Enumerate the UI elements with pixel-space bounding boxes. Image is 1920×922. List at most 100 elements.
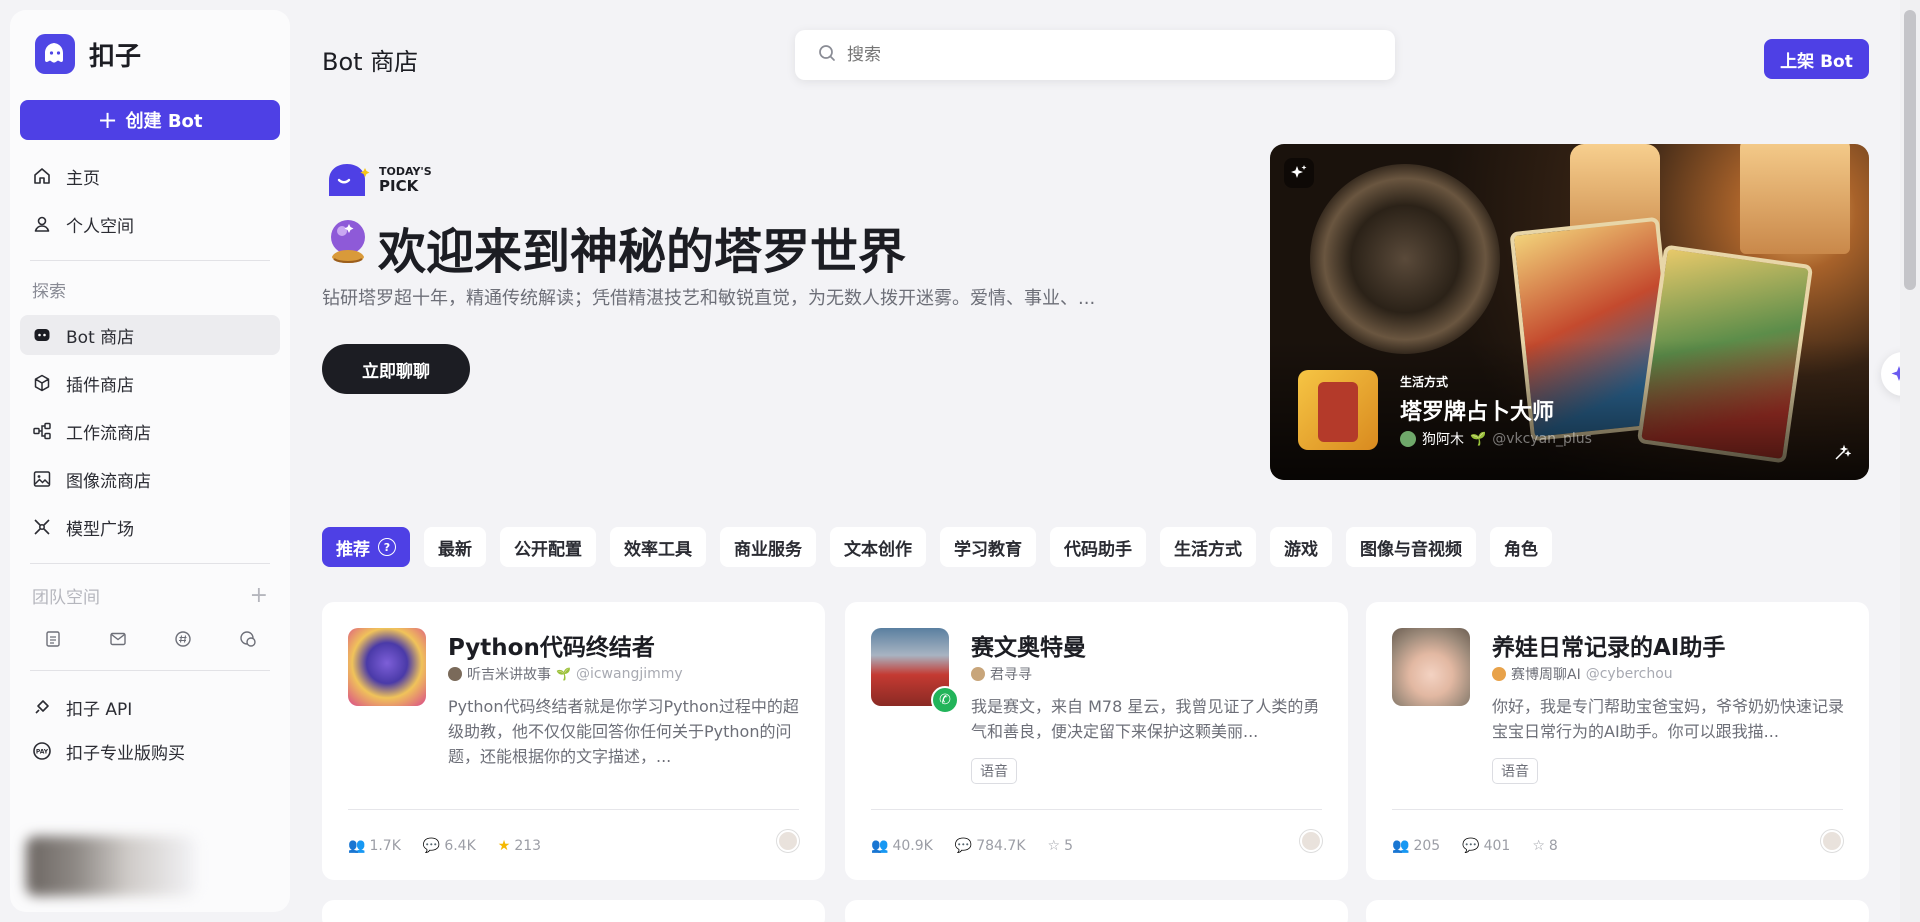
tab-education[interactable]: 学习教育 bbox=[940, 527, 1036, 567]
users-count: 40.9K bbox=[892, 838, 933, 854]
users-count: 205 bbox=[1413, 838, 1441, 854]
tab-image-video[interactable]: 图像与音视频 bbox=[1346, 527, 1476, 567]
users-icon: 👥 bbox=[348, 838, 366, 854]
tab-label: 文本创作 bbox=[844, 539, 912, 560]
voice-call-icon: ✆ bbox=[931, 686, 959, 714]
sidebar-item-home[interactable]: 主页 bbox=[20, 156, 280, 196]
tab-recommended[interactable]: 推荐? bbox=[322, 527, 410, 567]
tab-code-assistant[interactable]: 代码助手 bbox=[1050, 527, 1146, 567]
sidebar-item-imageflow-store[interactable]: 图像流商店 bbox=[20, 459, 280, 499]
bot-card[interactable]: 养娃日常记录的AI助手 赛博周聊AI @cyberchou 你好，我是专门帮助宝爸… bbox=[1366, 602, 1869, 880]
sidebar-divider bbox=[30, 670, 270, 671]
channel-icon[interactable] bbox=[172, 628, 194, 650]
document-icon[interactable] bbox=[42, 628, 64, 650]
tab-public-config[interactable]: 公开配置 bbox=[500, 527, 596, 567]
user-icon bbox=[32, 214, 52, 234]
bot-description: 我是赛文，来自 M78 星云，我曾见证了人类的勇气和善良，便决定留下来保护这颗美… bbox=[971, 697, 1320, 741]
page-title: Bot 商店 bbox=[322, 48, 419, 76]
owner-avatar[interactable] bbox=[777, 830, 799, 852]
card-divider bbox=[348, 809, 799, 810]
team-space-row[interactable]: 团队空间 + bbox=[20, 580, 280, 610]
create-bot-button[interactable]: + 创建 Bot bbox=[20, 100, 280, 140]
image-icon bbox=[32, 469, 52, 489]
bot-avatar bbox=[348, 628, 426, 706]
author-name: 赛博周聊AI bbox=[1511, 667, 1581, 683]
users-icon: 👥 bbox=[871, 838, 889, 854]
bot-card[interactable]: Python代码终结者 听吉米讲故事 🌱 @icwangjimmy Python代码… bbox=[322, 602, 825, 880]
sidebar-item-label: 扣子专业版购买 bbox=[66, 743, 185, 764]
chats-count: 401 bbox=[1483, 838, 1511, 854]
tab-lifestyle[interactable]: 生活方式 bbox=[1160, 527, 1256, 567]
author-handle: @icwangjimmy bbox=[575, 666, 683, 682]
api-icon bbox=[32, 697, 52, 717]
tab-business[interactable]: 商业服务 bbox=[720, 527, 816, 567]
sidebar-item-workflow-store[interactable]: 工作流商店 bbox=[20, 411, 280, 451]
chat-icon[interactable] bbox=[237, 628, 259, 650]
add-team-icon[interactable]: + bbox=[250, 583, 268, 608]
bot-author[interactable]: 君寻寻 bbox=[971, 664, 1032, 684]
sidebar-item-label: 模型广场 bbox=[66, 519, 134, 540]
search-bar[interactable] bbox=[795, 30, 1395, 80]
featured-bot-name: 塔罗牌占卜大师 bbox=[1400, 400, 1555, 425]
tab-characters[interactable]: 角色 bbox=[1490, 527, 1552, 567]
sidebar-item-plugin-store[interactable]: 插件商店 bbox=[20, 363, 280, 403]
bot-stats: 👥 40.9K 💬 784.7K ☆ 5 bbox=[871, 838, 1073, 854]
tab-label: 最新 bbox=[438, 539, 472, 560]
author-avatar bbox=[1400, 431, 1416, 447]
tab-games[interactable]: 游戏 bbox=[1270, 527, 1332, 567]
sidebar-item-personal-space[interactable]: 个人空间 bbox=[20, 204, 280, 244]
workflow-icon bbox=[32, 421, 52, 441]
help-icon[interactable]: ? bbox=[378, 538, 396, 556]
featured-bot-author[interactable]: 狗阿木 🌱 @vkcyan_plus bbox=[1400, 429, 1592, 449]
owner-avatar[interactable] bbox=[1300, 830, 1322, 852]
bot-stats: 👥 205 💬 401 ☆ 8 bbox=[1392, 838, 1558, 854]
author-name: 听吉米讲故事 bbox=[467, 667, 551, 683]
explore-section-label: 探索 bbox=[32, 282, 66, 302]
featured-bot-card[interactable]: 生活方式 塔罗牌占卜大师 狗阿木 🌱 @vkcyan_plus bbox=[1270, 144, 1869, 480]
tab-label: 商业服务 bbox=[734, 539, 802, 560]
bot-card[interactable]: ✆ 赛文奥特曼 君寻寻 我是赛文，来自 M78 星云，我曾见证了人类的勇气和善良… bbox=[845, 602, 1348, 880]
bot-description: Python代码终结者就是你学习Python过程中的超级助教，他不仅仅能回答你任… bbox=[448, 697, 799, 766]
bot-card-partial[interactable] bbox=[1366, 900, 1869, 922]
model-icon bbox=[32, 517, 52, 537]
bot-author[interactable]: 听吉米讲故事 🌱 @icwangjimmy bbox=[448, 664, 683, 684]
users-icon: 👥 bbox=[1392, 838, 1410, 854]
user-profile-avatar[interactable] bbox=[26, 836, 196, 896]
coze-logo-icon bbox=[35, 34, 75, 74]
bot-description: 你好，我是专门帮助宝爸宝妈，爷爷奶奶快速记录宝宝日常行为的AI助手。你可以跟我描… bbox=[1492, 697, 1844, 741]
sidebar-item-api[interactable]: 扣子 API bbox=[20, 687, 280, 727]
search-icon bbox=[817, 43, 837, 67]
sidebar-item-label: 主页 bbox=[66, 168, 100, 189]
hero-description: 钻研塔罗超十年，精通传统解读；凭借精湛技艺和敏锐直觉，为无数人拨开迷雾。爱情、事… bbox=[322, 288, 1096, 309]
publish-bot-button[interactable]: 上架 Bot bbox=[1764, 39, 1869, 79]
tab-latest[interactable]: 最新 bbox=[424, 527, 486, 567]
mail-icon[interactable] bbox=[107, 628, 129, 650]
bot-card-partial[interactable] bbox=[322, 900, 825, 922]
author-avatar bbox=[1492, 667, 1506, 681]
brand[interactable]: 扣子 bbox=[20, 34, 280, 74]
author-avatar bbox=[971, 667, 985, 681]
tab-writing[interactable]: 文本创作 bbox=[830, 527, 926, 567]
owner-avatar[interactable] bbox=[1821, 830, 1843, 852]
sidebar-item-label: 个人空间 bbox=[66, 216, 134, 237]
chat-now-button[interactable]: 立即聊聊 bbox=[322, 344, 470, 394]
scrollbar-thumb[interactable] bbox=[1904, 10, 1916, 290]
bot-author[interactable]: 赛博周聊AI @cyberchou bbox=[1492, 664, 1673, 684]
tab-productivity[interactable]: 效率工具 bbox=[610, 527, 706, 567]
sidebar-item-label: 工作流商店 bbox=[66, 423, 151, 444]
sidebar-item-label: Bot 商店 bbox=[66, 327, 135, 348]
sidebar-item-bot-store[interactable]: Bot 商店 bbox=[20, 315, 280, 355]
chats-count: 784.7K bbox=[976, 838, 1026, 854]
bot-card-partial[interactable] bbox=[845, 900, 1348, 922]
search-input[interactable] bbox=[847, 45, 1367, 65]
bot-avatar bbox=[1392, 628, 1470, 706]
sidebar-item-pro-purchase[interactable]: PAY 扣子专业版购买 bbox=[20, 731, 280, 771]
sidebar-item-model-plaza[interactable]: 模型广场 bbox=[20, 507, 280, 547]
hero-background-image bbox=[1310, 164, 1500, 354]
svg-text:PAY: PAY bbox=[36, 749, 49, 756]
team-quick-icons bbox=[20, 610, 280, 650]
magic-wand-icon[interactable] bbox=[1829, 440, 1855, 466]
sidebar-divider bbox=[30, 563, 270, 564]
bot-icon bbox=[32, 325, 52, 345]
author-name: 君寻寻 bbox=[990, 667, 1032, 683]
